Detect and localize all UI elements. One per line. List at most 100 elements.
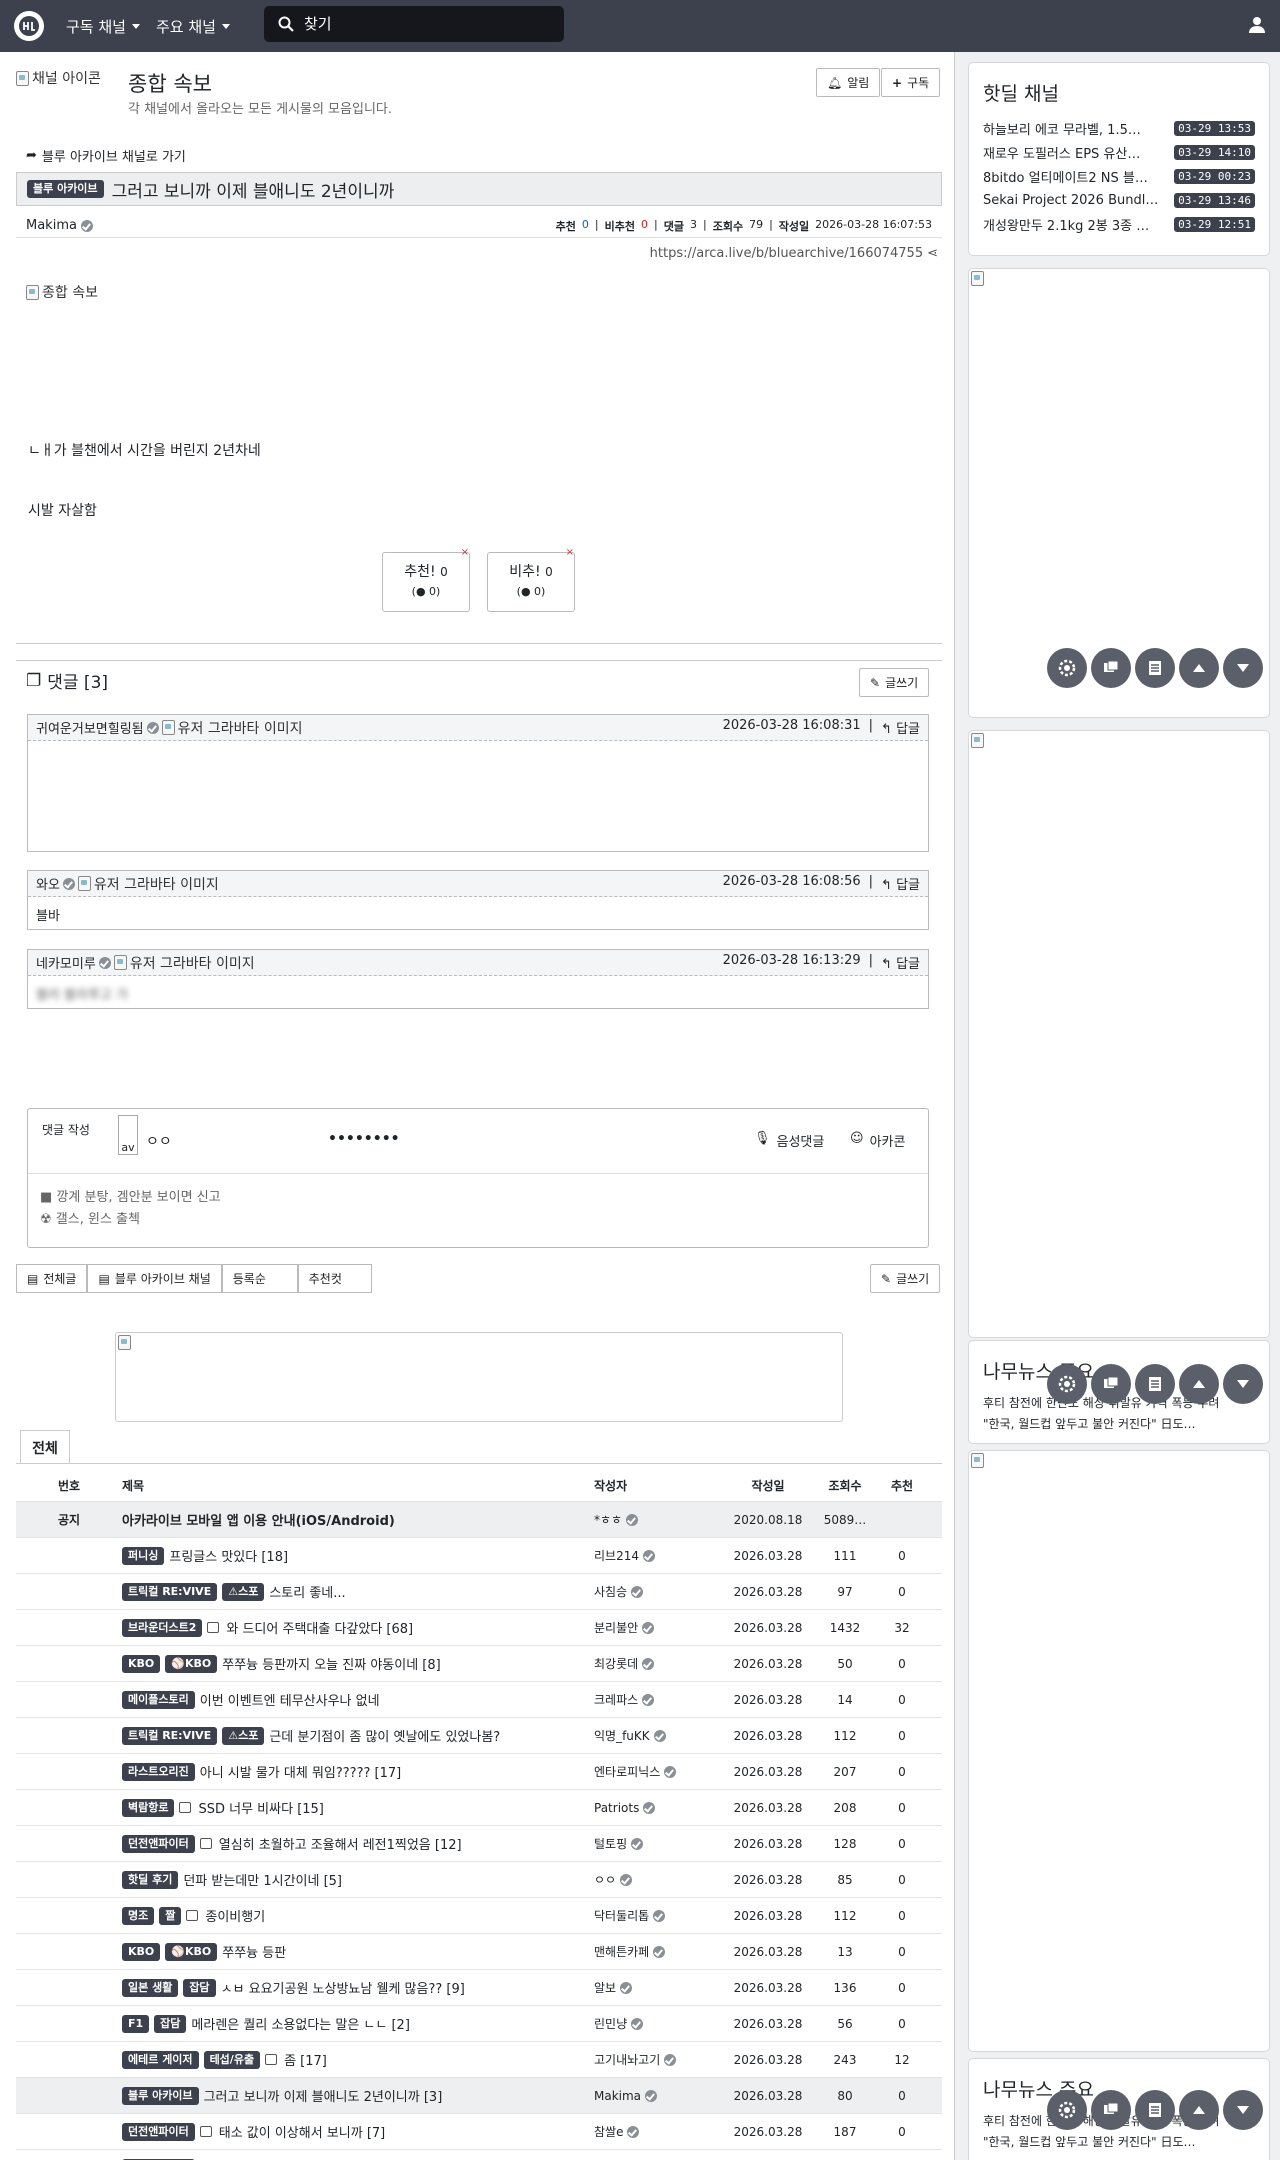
row-author[interactable]: 고기내놔고기 (594, 2051, 660, 2068)
list-write-button[interactable]: ✎ 글쓰기 (870, 1264, 941, 1293)
table-row[interactable]: 블루 아카이브 그러고 보니까 이제 블애니도 2년이니까 [3] Makima … (16, 2078, 942, 2114)
category-badge[interactable]: F1 (122, 2014, 150, 2033)
row-title[interactable]: 근데 분기점이 좀 많이 옛날에도 있었나봄? (269, 1726, 500, 1745)
arrow-down-button[interactable] (1223, 2090, 1263, 2130)
category-badge[interactable]: 브라운더스트2 (122, 1618, 203, 1637)
hotdeal-item[interactable]: 재로우 도필러스 EPS 유산… 03-29 14:10 (983, 140, 1255, 164)
row-author[interactable]: Makima (594, 2089, 641, 2103)
table-row[interactable]: 스타세이비어시바 이거 어쩜 [5] 하루일 2026.03.28 135 0 (16, 2150, 942, 2160)
table-row[interactable]: 던전앤파이터 태소 값이 이상해서 보니까 [7] 참쌀e 2026.03.28 … (16, 2114, 942, 2150)
table-row[interactable]: KBO ⚾KBO 쭈쭈늉 등판 맨해튼카페 2026.03.28 13 0 (16, 1934, 942, 1970)
voice-comment-button[interactable]: 🎙︎ 음성댓글 (754, 1131, 824, 1150)
row-title[interactable]: 아니 시발 물가 대체 뭐임????? [17] (200, 1762, 401, 1781)
comment-author[interactable]: 네카모미루 (36, 953, 96, 972)
comments-button[interactable] (1091, 648, 1131, 688)
category-badge[interactable]: 잡담 (154, 2014, 187, 2033)
notice-row[interactable]: 공지 아카라이브 모바일 앱 이용 안내(iOS/Android) *ㅎㅎ 20… (16, 1502, 942, 1538)
arrow-down-button[interactable] (1223, 1364, 1263, 1404)
row-author[interactable]: Patriots (594, 1801, 639, 1815)
hotdeal-item[interactable]: 개성왕만두 2.1kg 2봉 3종 … 03-29 12:51 (983, 212, 1255, 236)
category-badge[interactable]: 핫딜 후기 (122, 1870, 179, 1889)
row-author[interactable]: 맨해튼카페 (594, 1943, 649, 1960)
comments-button[interactable] (1091, 2090, 1131, 2130)
search-input[interactable] (304, 15, 544, 33)
list-button[interactable] (1135, 1364, 1175, 1404)
tab-best[interactable]: 추천컷 (297, 1264, 372, 1293)
table-row[interactable]: 명조 짤 종이비행기 닥터둘리톱 2026.03.28 112 0 (16, 1898, 942, 1934)
category-badge[interactable]: 잡담 (183, 1978, 216, 1997)
row-author[interactable]: 사침승 (594, 1583, 627, 1600)
category-badge[interactable]: 명조 (122, 1906, 155, 1925)
row-author[interactable]: 익명_fuKK (594, 1727, 650, 1744)
row-author[interactable]: ㅇㅇ (594, 1871, 616, 1888)
subscribe-button[interactable]: + 구독 (881, 68, 941, 97)
row-author[interactable]: 크레파스 (594, 1691, 638, 1708)
article-url[interactable]: https://arca.live/b/bluearchive/16607475… (650, 246, 938, 261)
row-title[interactable]: 와 드디어 주택대출 다갚았다 [68] (226, 1618, 413, 1637)
row-title[interactable]: 그러고 보니까 이제 블애니도 2년이니까 [3] (204, 2086, 443, 2105)
category-badge[interactable]: 트릭컬 RE:VIVE (122, 1582, 218, 1601)
password-input[interactable]: •••••••• (328, 1131, 400, 1147)
reply-button[interactable]: ↰ 답글 (881, 718, 920, 737)
category-badge[interactable]: 테섭/유출 (203, 2050, 261, 2069)
category-badge[interactable]: KBO (122, 1654, 161, 1673)
row-title[interactable]: 프링글스 맛있다 [18] (169, 1546, 288, 1565)
tab-order[interactable]: 등록순 (221, 1264, 298, 1293)
row-author[interactable]: 리브214 (594, 1547, 639, 1564)
table-row[interactable]: F1 잡담 메라렌은 퀄리 소용없다는 말은 ㄴㄴ [2] 린민냥 2026.03.… (16, 2006, 942, 2042)
row-author[interactable]: 알보 (594, 1979, 616, 1996)
list-button[interactable] (1135, 648, 1175, 688)
category-badge[interactable]: KBO (122, 1942, 161, 1961)
category-badge[interactable]: ⚠스포 (222, 1582, 265, 1601)
notice-author[interactable]: *ㅎㅎ (594, 1511, 622, 1528)
tab-all[interactable]: 전체 (20, 1430, 70, 1464)
hotdeal-item[interactable]: Sekai Project 2026 Bundl… 03-29 13:46 (983, 188, 1255, 212)
table-row[interactable]: KBO ⚾KBO 쭈쭈늉 등판까지 오늘 진짜 야동이네 [8] 최강롯데 2026… (16, 1646, 942, 1682)
category-badge[interactable]: 퍼니싱 (122, 1546, 165, 1565)
alarm-button[interactable]: 🔔︎ 알림 (816, 68, 881, 97)
row-title[interactable]: 열심히 초월하고 조율해서 레전1찍었음 [12] (219, 1834, 462, 1853)
arcacon-button[interactable]: ☺ 아카콘 (850, 1131, 905, 1150)
user-icon[interactable] (1248, 16, 1266, 34)
table-row[interactable]: 일본 생활 잡담 ㅅㅂ 요요기공원 노상방뇨남 웰케 많음?? [9] 알보 202… (16, 1970, 942, 2006)
arrow-up-button[interactable] (1179, 1364, 1219, 1404)
arrow-up-button[interactable] (1179, 2090, 1219, 2130)
table-row[interactable]: 던전앤파이터 열심히 초월하고 조율해서 레전1찍었음 [12] 털토핑 2026… (16, 1826, 942, 1862)
subscribed-channels-menu[interactable]: 구독 채널 (66, 16, 140, 37)
category-badge[interactable]: 던전앤파이터 (122, 2122, 195, 2141)
row-title[interactable]: 종이비행기 (205, 1906, 265, 1925)
row-author[interactable]: 엔타로피닉스 (594, 1763, 660, 1780)
row-title[interactable]: 이번 이벤트엔 테무산사우나 없네 (200, 1690, 380, 1709)
category-badge[interactable]: 메이플스토리 (122, 1690, 195, 1709)
comment-author[interactable]: 귀여운거보면힐링됨 (36, 718, 144, 737)
row-title[interactable]: 태소 값이 이상해서 보니까 [7] (219, 2122, 386, 2141)
vote-up-button[interactable]: 추천! 0 (● 0) × (382, 547, 470, 612)
settings-button[interactable] (1047, 2090, 1087, 2130)
notice-title[interactable]: 아카라이브 모바일 앱 이용 안내(iOS/Android) (122, 1510, 594, 1529)
tab-all-posts[interactable]: ▤ 전체글 (16, 1264, 88, 1293)
category-badge[interactable]: 트릭컬 RE:VIVE (122, 1726, 218, 1745)
table-row[interactable]: 트릭컬 RE:VIVE ⚠스포 스토리 좋네... 사침승 2026.03.28 9… (16, 1574, 942, 1610)
list-button[interactable] (1135, 2090, 1175, 2130)
name-input[interactable]: ㅇㅇ (146, 1131, 172, 1151)
row-title[interactable]: SSD 너무 비싸다 [15] (198, 1798, 323, 1817)
comment-author[interactable]: 와오 (36, 874, 60, 893)
category-badge[interactable]: ⚾KBO (165, 1942, 218, 1961)
row-title[interactable]: 던파 받는데만 1시간이네 [5] (183, 1870, 342, 1889)
write-button[interactable]: ✎ 글쓰기 (859, 668, 930, 697)
row-title[interactable]: ㅅㅂ 요요기공원 노상방뇨남 웰케 많음?? [9] (221, 1978, 465, 1997)
news-line2[interactable]: "한국, 월드컵 앞두고 불안 커진다" 日도… (983, 2133, 1255, 2150)
category-badge[interactable]: 일본 생활 (122, 1978, 179, 1997)
main-channels-menu[interactable]: 주요 채널 (156, 16, 230, 37)
row-title[interactable]: 메라렌은 퀄리 소용없다는 말은 ㄴㄴ [2] (191, 2014, 409, 2033)
row-title[interactable]: 스토리 좋네... (269, 1582, 345, 1601)
row-author[interactable]: 닥터둘리톱 (594, 1907, 649, 1924)
table-row[interactable]: 퍼니싱 프링글스 맛있다 [18] 리브214 2026.03.28 111 0 (16, 1538, 942, 1574)
category-badge[interactable]: ⚠스포 (222, 1726, 265, 1745)
comment-textarea[interactable]: ■ 깡계 분탕, 겜안분 보이면 신고 ☢ 갤스, 윈스 출첵 (40, 1187, 221, 1231)
table-row[interactable]: 에테르 게이저 테섭/유출 좀 [17] 고기내놔고기 2026.03.28 243… (16, 2042, 942, 2078)
category-badge[interactable]: 라스트오리진 (122, 1762, 195, 1781)
table-row[interactable]: 벽람항로 SSD 너무 비싸다 [15] Patriots 2026.03.28 … (16, 1790, 942, 1826)
table-row[interactable]: 브라운더스트2 와 드디어 주택대출 다갚았다 [68] 분리불안 2026.03… (16, 1610, 942, 1646)
arrow-down-button[interactable] (1223, 648, 1263, 688)
